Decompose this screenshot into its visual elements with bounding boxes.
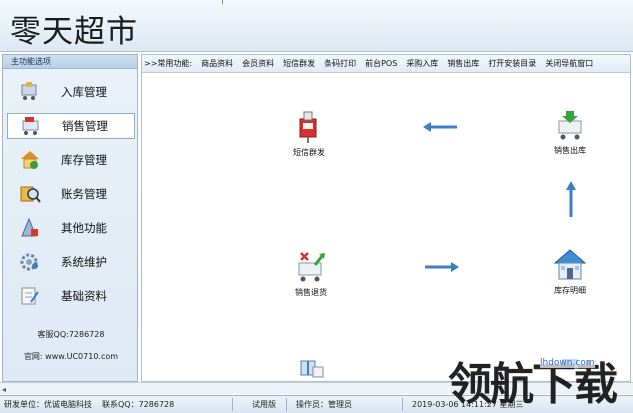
- header-divider: [222, 0, 223, 4]
- sidebar-item-label: 库存管理: [61, 153, 107, 167]
- app-header: 零天超市: [0, 0, 633, 52]
- arrow-right-icon: [425, 262, 459, 272]
- quick-item-sms[interactable]: 短信群发: [283, 58, 315, 69]
- flow-node-sms[interactable]: 短信群发: [279, 109, 339, 158]
- flow-node-label: 短信群发: [293, 148, 325, 157]
- service-qq: 客服QQ:7286728: [37, 330, 105, 339]
- flow-node-label: 销售退货: [295, 288, 327, 297]
- quick-toolbar-label: >>常用功能:: [144, 59, 193, 68]
- quick-item-pos[interactable]: 前台POS: [365, 58, 397, 69]
- sales-cart-icon: [20, 116, 42, 136]
- app-title: 零天超市: [10, 14, 138, 50]
- quick-item-outbound[interactable]: 销售出库: [447, 58, 479, 69]
- status-operator: 操作员：管理员: [296, 400, 352, 409]
- sidebar-item-label: 系统维护: [61, 255, 107, 269]
- quick-item-products[interactable]: 商品资料: [201, 58, 233, 69]
- status-divider: [402, 398, 403, 411]
- sidebar-item-label: 账务管理: [61, 187, 107, 201]
- quick-item-close-nav[interactable]: 关闭导航窗口: [545, 58, 593, 69]
- status-developer: 研发单位：优诚电脑科技: [4, 400, 92, 409]
- quick-item-open-dir[interactable]: 打开安装目录: [488, 58, 536, 69]
- sidebar-item-accounts[interactable]: 账务管理: [7, 181, 135, 207]
- sidebar-item-label: 基础资料: [61, 289, 107, 303]
- watermark-url: lhdown.com: [540, 358, 595, 368]
- status-qq: 联系QQ：7286728: [102, 400, 175, 409]
- sidebar-title: 主功能选项: [3, 55, 137, 69]
- status-edition: 试用版: [252, 400, 276, 409]
- watermark: 领航下载 lhdown.com: [448, 348, 633, 410]
- sidebar-item-stock[interactable]: 库存管理: [7, 147, 135, 173]
- cart-in-icon: [19, 82, 41, 102]
- main-panel: >>常用功能: 商品资料 会员资料 短信群发 条码打印 前台POS 采购入库 销…: [141, 54, 631, 382]
- sidebar-item-system[interactable]: 系统维护: [7, 249, 135, 275]
- misc-function-icon: [19, 217, 41, 238]
- sidebar: 主功能选项 入库管理 销售管理 库存管理 账务管理 其他功能 系统维护 基础资料…: [2, 54, 138, 382]
- flow-node-label: 库存明细: [554, 286, 586, 295]
- sidebar-item-basics[interactable]: 基础资料: [7, 283, 135, 309]
- cart-return-icon: [293, 249, 329, 285]
- quick-item-members[interactable]: 会员资料: [242, 58, 274, 69]
- website-link[interactable]: 官网: www.UC0710.com: [3, 351, 139, 362]
- arrow-left-icon: [423, 122, 457, 132]
- system-gear-icon: [19, 252, 41, 272]
- quick-toolbar: >>常用功能: 商品资料 会员资料 短信群发 条码打印 前台POS 采购入库 销…: [142, 55, 630, 73]
- flow-node-outbound[interactable]: 销售出库: [540, 107, 600, 156]
- sms-mailbox-icon: [291, 109, 327, 145]
- sidebar-item-label: 销售管理: [62, 119, 108, 133]
- flow-node-label: 销售出库: [554, 146, 586, 155]
- sidebar-item-label: 入库管理: [61, 85, 107, 99]
- flow-node-return[interactable]: 销售退货: [281, 249, 341, 298]
- sidebar-item-sales[interactable]: 销售管理: [7, 113, 135, 139]
- sidebar-item-misc[interactable]: 其他功能: [7, 215, 135, 241]
- notebook-icon: [19, 286, 41, 306]
- sidebar-item-inbound[interactable]: 入库管理: [7, 79, 135, 105]
- status-divider: [286, 398, 287, 411]
- arrow-up-icon: [566, 181, 576, 217]
- scroll-left-icon[interactable]: ◂: [2, 385, 6, 394]
- warehouse-house-icon: [552, 247, 588, 283]
- sidebar-item-label: 其他功能: [61, 221, 107, 235]
- status-divider: [232, 398, 233, 411]
- house-stock-icon: [19, 150, 41, 170]
- cart-down-arrow-icon: [552, 107, 588, 143]
- flow-node-stock[interactable]: 库存明细: [540, 247, 600, 296]
- quick-item-purchase[interactable]: 采购入库: [406, 58, 438, 69]
- quick-item-barcode[interactable]: 条码打印: [324, 58, 356, 69]
- ledger-magnifier-icon: [19, 184, 41, 204]
